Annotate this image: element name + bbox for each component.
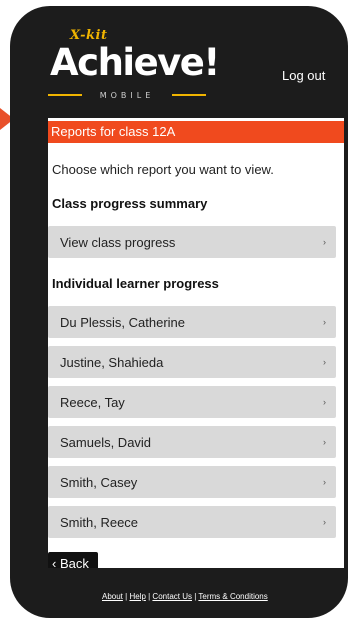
chevron-right-icon: › <box>323 237 326 247</box>
logo-subtitle: MOBILE <box>99 90 155 100</box>
logout-link[interactable]: Log out <box>282 68 325 83</box>
row-label: Reece, Tay <box>60 394 125 410</box>
footer-contact-link[interactable]: Contact Us <box>152 592 192 601</box>
page-title: Reports for class 12A <box>48 121 344 143</box>
learner-row-samuels-david[interactable]: Samuels, David › <box>48 426 336 458</box>
logo-title: Achieve! <box>50 41 220 84</box>
chevron-right-icon: › <box>323 477 326 487</box>
view-class-progress-button[interactable]: View class progress › <box>48 226 336 258</box>
row-label: Justine, Shahieda <box>60 354 164 370</box>
back-button[interactable]: ‹ Back <box>48 552 98 568</box>
app-logo: X-kit Achieve! MOBILE <box>48 28 220 108</box>
class-section-title: Class progress summary <box>52 196 208 211</box>
learner-row-reece-tay[interactable]: Reece, Tay › <box>48 386 336 418</box>
content-screen: Reports for class 12A Choose which repor… <box>48 118 344 568</box>
footer-links: About | Help | Contact Us | Terms & Cond… <box>102 592 268 601</box>
learner-row-smith-reece[interactable]: Smith, Reece › <box>48 506 336 538</box>
logo-line-left <box>48 94 82 96</box>
row-label: Samuels, David <box>60 434 152 450</box>
chevron-right-icon: › <box>323 437 326 447</box>
row-label: Smith, Reece <box>60 514 139 530</box>
logo-line-right <box>172 94 206 96</box>
row-label: Du Plessis, Catherine <box>60 314 185 330</box>
chevron-right-icon: › <box>323 357 326 367</box>
footer-terms-link[interactable]: Terms & Conditions <box>198 592 267 601</box>
learner-section-title: Individual learner progress <box>52 276 219 291</box>
footer-help-link[interactable]: Help <box>129 592 145 601</box>
phone-frame: X-kit Achieve! MOBILE Log out Reports fo… <box>10 6 348 618</box>
row-label: Smith, Casey <box>60 474 138 490</box>
chevron-right-icon: › <box>323 517 326 527</box>
footer-about-link[interactable]: About <box>102 592 123 601</box>
logo-subtitle-row: MOBILE <box>48 88 206 102</box>
intro-text: Choose which report you want to view. <box>52 162 274 177</box>
chevron-right-icon: › <box>323 397 326 407</box>
row-label: View class progress <box>60 234 176 250</box>
chevron-right-icon: › <box>323 317 326 327</box>
learner-row-justine-shahieda[interactable]: Justine, Shahieda › <box>48 346 336 378</box>
learner-row-du-plessis-catherine[interactable]: Du Plessis, Catherine › <box>48 306 336 338</box>
learner-row-smith-casey[interactable]: Smith, Casey › <box>48 466 336 498</box>
